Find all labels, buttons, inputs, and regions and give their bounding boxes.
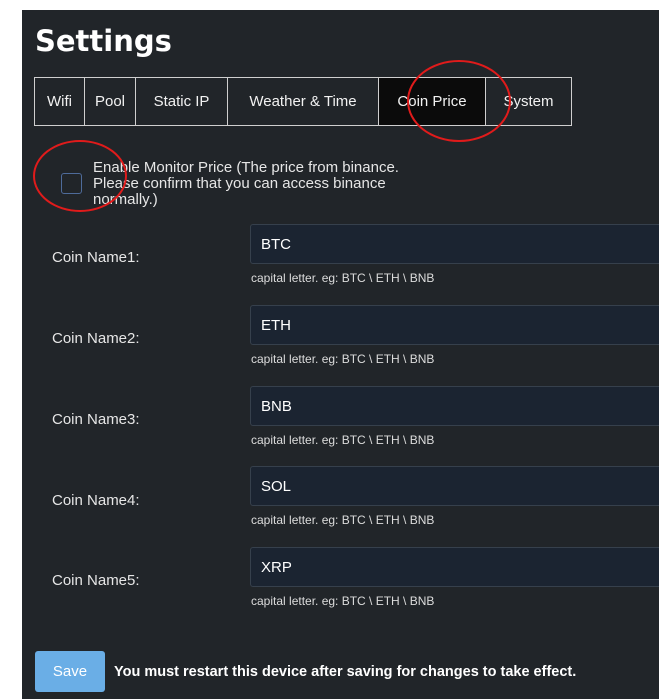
coin-name3-hint: capital letter. eg: BTC \ ETH \ BNB (251, 433, 435, 447)
tab-static-ip[interactable]: Static IP (136, 78, 228, 125)
tab-weather-time[interactable]: Weather & Time (228, 78, 379, 125)
tab-coin-price[interactable]: Coin Price (379, 78, 486, 125)
coin-name2-label: Coin Name2: (52, 330, 140, 347)
coin-name3-input[interactable] (250, 386, 659, 426)
coin-name5-label: Coin Name5: (52, 572, 140, 589)
coin-name5-input[interactable] (250, 547, 659, 587)
monitor-price-checkbox[interactable] (61, 173, 82, 194)
page-title: Settings (35, 24, 172, 58)
coin-name2-hint: capital letter. eg: BTC \ ETH \ BNB (251, 352, 435, 366)
coin-name4-input[interactable] (250, 466, 659, 506)
tab-system[interactable]: System (486, 78, 572, 125)
coin-name4-hint: capital letter. eg: BTC \ ETH \ BNB (251, 513, 435, 527)
restart-note: You must restart this device after savin… (114, 664, 577, 680)
settings-tabs: Wifi Pool Static IP Weather & Time Coin … (34, 77, 572, 126)
coin-name1-hint: capital letter. eg: BTC \ ETH \ BNB (251, 271, 435, 285)
save-button[interactable]: Save (35, 651, 105, 692)
coin-name4-label: Coin Name4: (52, 492, 140, 509)
settings-panel: Settings Wifi Pool Static IP Weather & T… (22, 10, 659, 699)
coin-name3-label: Coin Name3: (52, 411, 140, 428)
coin-name5-hint: capital letter. eg: BTC \ ETH \ BNB (251, 594, 435, 608)
coin-name1-input[interactable] (250, 224, 659, 264)
monitor-price-label: Enable Monitor Price (The price from bin… (93, 159, 399, 208)
coin-name2-input[interactable] (250, 305, 659, 345)
tab-wifi[interactable]: Wifi (35, 78, 85, 125)
coin-name1-label: Coin Name1: (52, 249, 140, 266)
tab-pool[interactable]: Pool (85, 78, 136, 125)
